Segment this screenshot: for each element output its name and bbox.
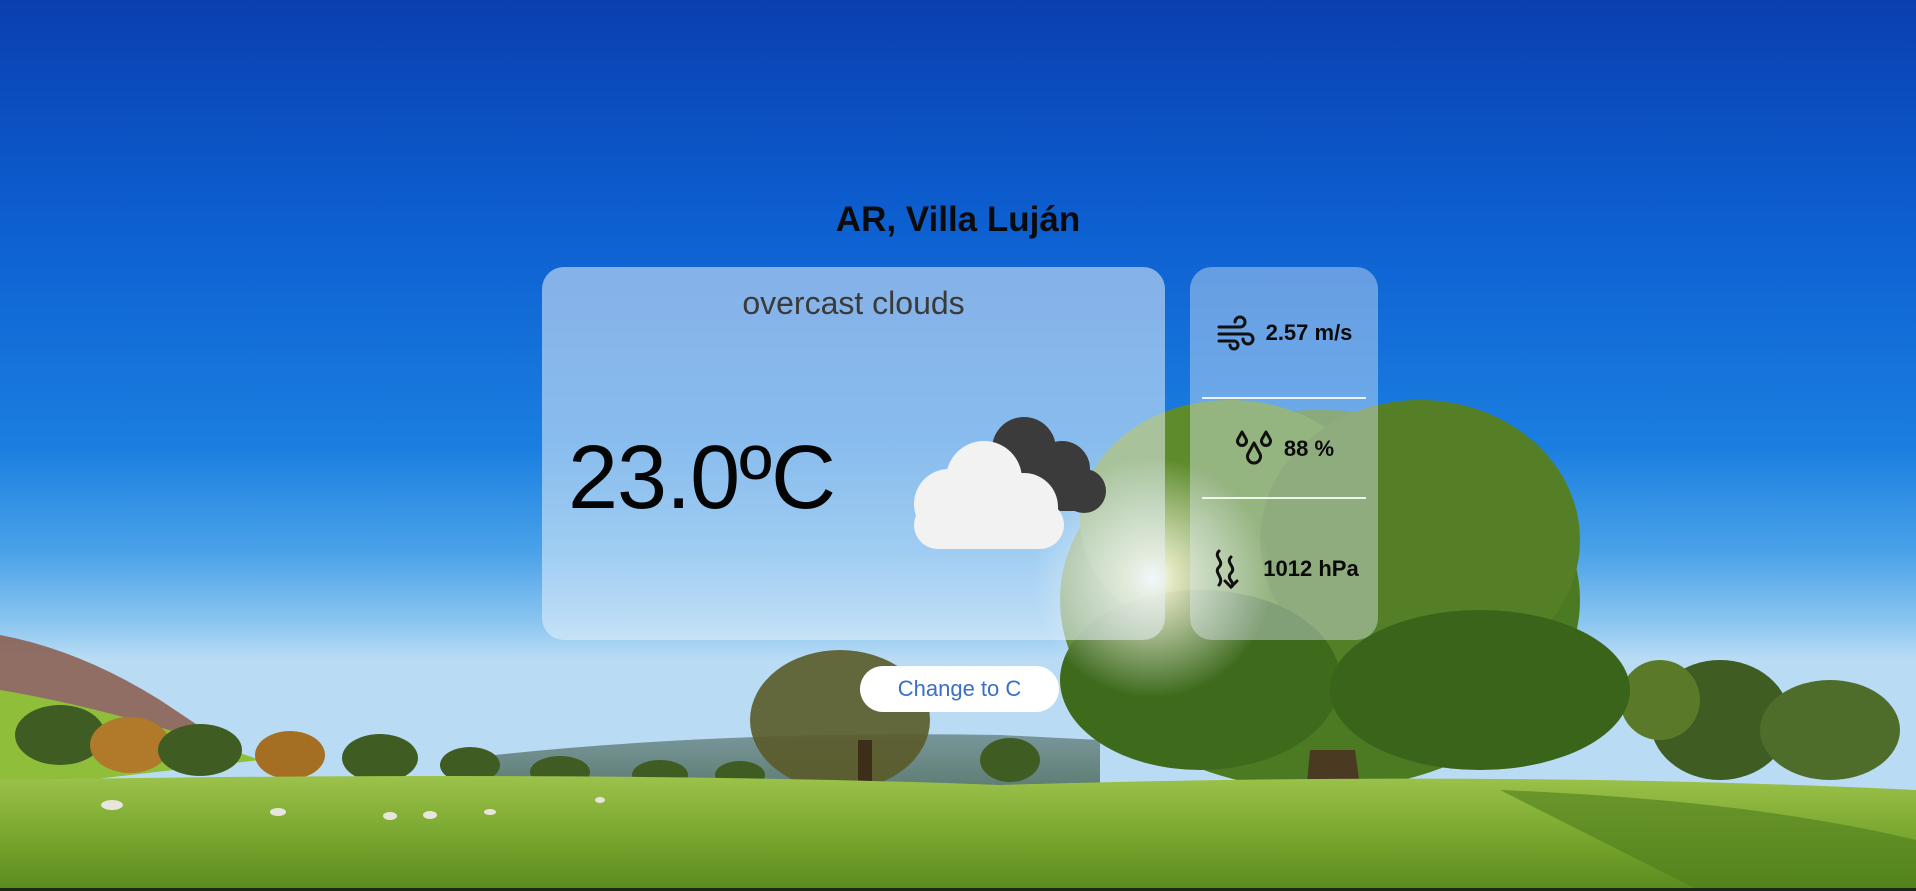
stat-divider [1202,397,1366,399]
stat-divider [1202,497,1366,499]
weather-condition: overcast clouds [742,285,965,321]
pressure-value: 1012 hPa [1263,556,1359,581]
wind-stat: 2.57 m/s [1190,313,1378,353]
pressure-icon [1216,549,1239,590]
wind-value: 2.57 m/s [1265,320,1353,345]
weather-stats-card: 2.57 m/s 88 % 1012 hPa [1190,267,1378,640]
wind-icon [1217,315,1255,351]
current-weather-card: overcast clouds 23.0ºC [542,267,1165,640]
weather-app: AR, Villa Luján overcast clouds 23.0ºC 2… [0,0,1916,891]
humidity-icon [1235,430,1272,465]
humidity-value: 88 % [1283,436,1335,461]
location-title: AR, Villa Luján [835,200,1081,239]
overcast-clouds-icon [914,417,1106,549]
pressure-stat: 1012 hPa [1190,547,1378,591]
humidity-stat: 88 % [1190,429,1378,469]
temperature-value: 23.0ºC [568,428,836,528]
change-unit-button[interactable]: Change to C [860,666,1059,712]
